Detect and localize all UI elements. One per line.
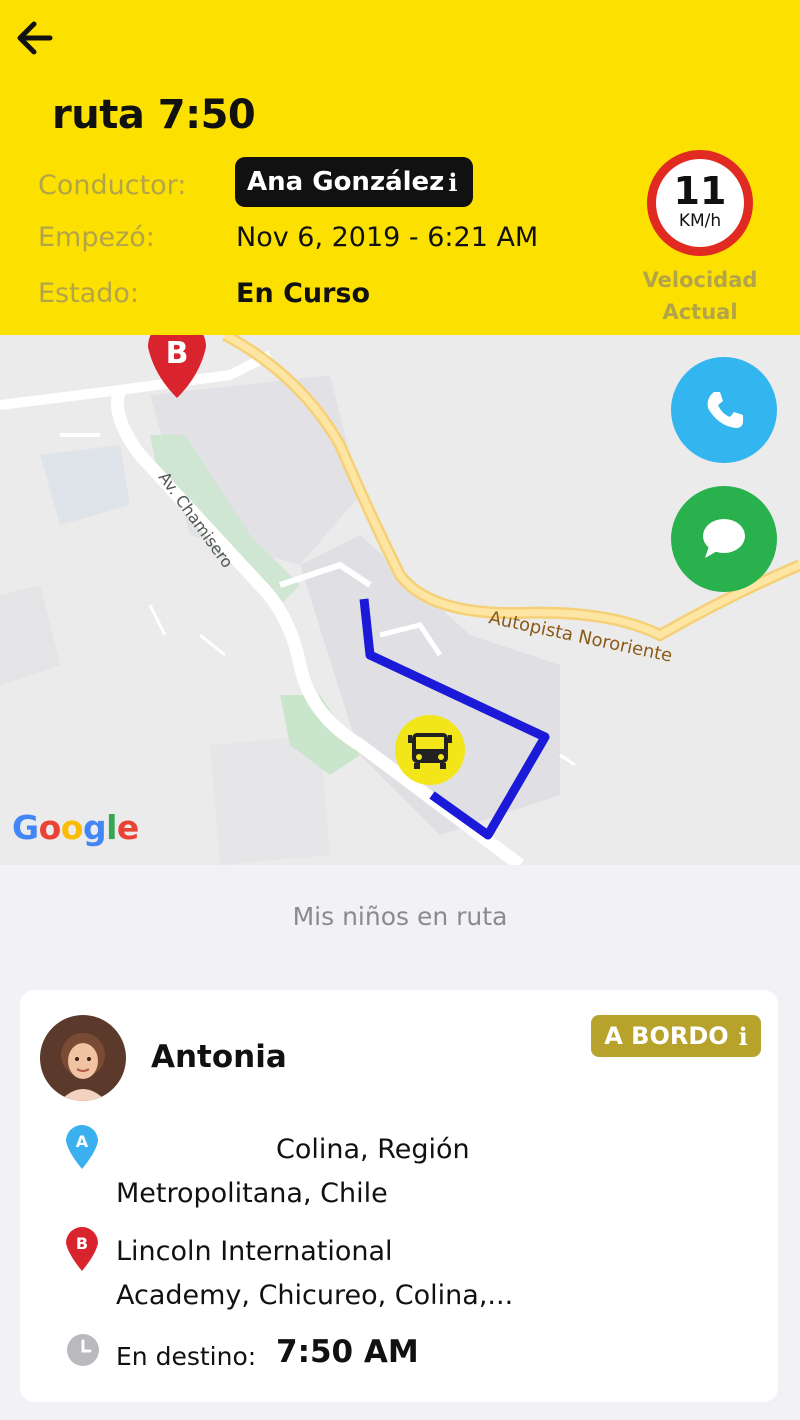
phone-icon [707,392,743,428]
dropoff-marker-label: B [76,1234,88,1253]
pin-b-label: B [166,336,189,371]
dropoff-address-line2: Academy, Chicureo, Colina,... [116,1280,514,1311]
status-badge-label: A BORDO [604,1022,729,1050]
status-label: Estado: [38,278,140,309]
pickup-address-line2: Metropolitana, Chile [116,1178,388,1209]
trip-status: En Curso [236,278,371,309]
trip-header: ruta 7:50 Conductor: Ana González i Empe… [0,0,800,335]
pickup-address-line1: Colina, Región [276,1134,470,1165]
bus-marker-icon[interactable] [395,715,465,785]
arrival-label: En destino: [116,1342,257,1371]
arrival-time: 7:50 AM [276,1334,419,1370]
logo-letter: l [106,808,117,847]
current-speed-value: 11 [673,169,727,213]
driver-name: Ana González [247,167,445,197]
status-badge[interactable]: A BORDO i [591,1015,761,1057]
info-icon: i [448,167,458,197]
back-arrow-icon[interactable] [12,14,60,62]
logo-letter: o [38,808,62,847]
dropoff-address-line1: Lincoln International [116,1236,393,1267]
speed-limit-sign: 11 KM/h [647,150,753,256]
info-icon: i [738,1021,748,1051]
speed-caption: Velocidad Actual [630,264,770,328]
driver-name-button[interactable]: Ana González i [235,157,474,207]
pickup-marker-label: A [76,1132,89,1151]
logo-letter: G [12,808,39,847]
call-driver-button[interactable] [671,357,777,463]
logo-letter: o [60,808,84,847]
message-driver-button[interactable] [671,486,777,592]
pickup-pin-icon: A [65,1124,99,1170]
child-avatar [40,1015,126,1101]
logo-letter: g [82,808,107,847]
start-label: Empezó: [38,222,155,253]
section-title: Mis niños en ruta [292,902,508,931]
speed-caption-line2: Actual [662,300,738,324]
speed-unit: KM/h [678,211,722,231]
google-logo: Google [12,808,139,847]
dropoff-pin-icon: B [65,1226,99,1272]
route-map[interactable]: Av. Chamisero Autopista Nororiente B Goo… [0,335,800,865]
clock-icon [66,1333,100,1367]
route-title: ruta 7:50 [52,92,256,138]
speed-caption-line1: Velocidad [642,268,758,292]
logo-letter: e [116,808,139,847]
driver-label: Conductor: [38,170,187,201]
chat-bubble-icon [703,519,745,558]
child-name: Antonia [151,1039,287,1075]
start-time: Nov 6, 2019 - 6:21 AM [236,222,539,253]
